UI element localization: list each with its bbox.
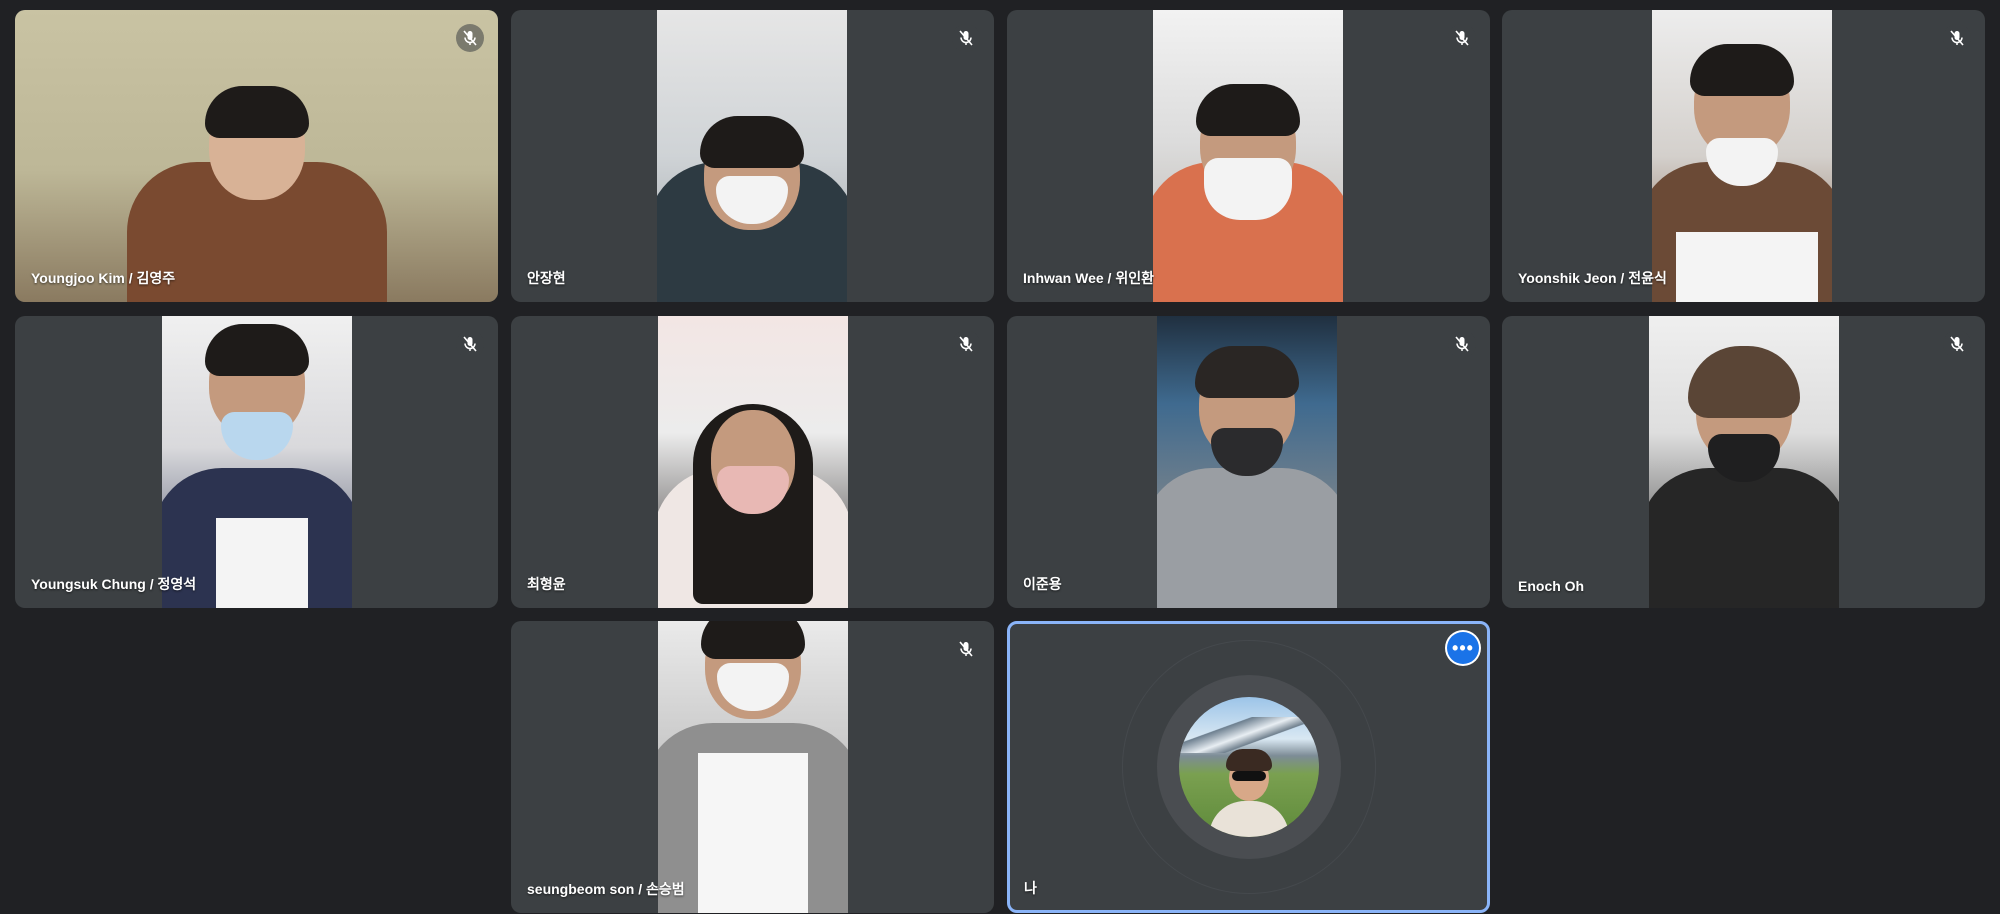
participant-name: Youngsuk Chung / 정영석	[31, 576, 197, 592]
mic-off-icon	[1448, 330, 1476, 358]
participant-video	[658, 621, 848, 913]
participant-figure	[1157, 468, 1337, 608]
sunglasses-icon	[1231, 771, 1266, 781]
participant-hair	[205, 324, 309, 376]
participant-tile-choihyungyun[interactable]: 최형윤	[511, 316, 994, 608]
participant-name: 나	[1024, 880, 1037, 896]
mic-off-icon	[456, 24, 484, 52]
participant-video	[15, 10, 498, 302]
participant-tile-youngjoo-kim[interactable]: Youngjoo Kim / 김영주	[15, 10, 498, 302]
participant-video	[658, 316, 848, 608]
participant-tile-enoch-oh[interactable]: Enoch Oh	[1502, 316, 1985, 608]
mic-off-icon	[456, 330, 484, 358]
participant-hair	[1196, 84, 1300, 136]
participant-hair	[1688, 346, 1800, 418]
participant-figure	[1649, 468, 1839, 608]
participant-video	[162, 316, 352, 608]
more-options-icon[interactable]: •••	[1447, 632, 1479, 664]
participant-hair	[204, 86, 309, 138]
participant-tile-inhwan-wee[interactable]: Inhwan Wee / 위인환	[1007, 10, 1490, 302]
avatar-hair	[1225, 749, 1272, 771]
avatar-body	[1208, 801, 1289, 837]
participant-tile-yoonshik-jeon[interactable]: Yoonshik Jeon / 전윤식	[1502, 10, 1985, 302]
participant-tile-leejunyong[interactable]: 이준용	[1007, 316, 1490, 608]
participant-name: Youngjoo Kim / 김영주	[31, 270, 176, 286]
mic-off-icon	[1448, 24, 1476, 52]
participant-name: 이준용	[1023, 576, 1062, 592]
participant-name: 최형윤	[527, 576, 566, 592]
participant-hair	[1195, 346, 1299, 398]
name-card	[698, 753, 808, 913]
participant-hair	[1690, 44, 1794, 96]
participant-video	[1157, 316, 1337, 608]
participant-hair	[700, 116, 804, 168]
mic-off-icon	[952, 24, 980, 52]
avatar	[1178, 697, 1319, 837]
participant-tile-anjanghyun[interactable]: 안장현	[511, 10, 994, 302]
participant-mask	[1204, 158, 1292, 220]
mic-off-icon	[952, 330, 980, 358]
participant-video	[1652, 10, 1832, 302]
participant-tile-seungbeom-son[interactable]: seungbeom son / 손승범	[511, 621, 994, 913]
participant-mask	[221, 412, 293, 460]
participant-video	[1649, 316, 1839, 608]
participant-name: Yoonshik Jeon / 전윤식	[1518, 270, 1667, 286]
mountain-shape	[1178, 717, 1319, 753]
name-card	[1676, 232, 1818, 302]
participant-tile-self[interactable]: ••• 나	[1007, 621, 1490, 913]
mic-off-icon	[1943, 24, 1971, 52]
mic-off-icon	[1943, 330, 1971, 358]
participant-video	[1153, 10, 1343, 302]
participant-name: Enoch Oh	[1518, 578, 1585, 594]
participant-name: Inhwan Wee / 위인환	[1023, 270, 1154, 286]
name-card	[216, 518, 308, 608]
participant-name: 안장현	[527, 270, 566, 286]
participant-name: seungbeom son / 손승범	[527, 881, 685, 897]
mic-off-icon	[952, 635, 980, 663]
participant-video	[657, 10, 847, 302]
participant-tile-youngsuk-chung[interactable]: Youngsuk Chung / 정영석	[15, 316, 498, 608]
participant-hair	[701, 621, 805, 659]
